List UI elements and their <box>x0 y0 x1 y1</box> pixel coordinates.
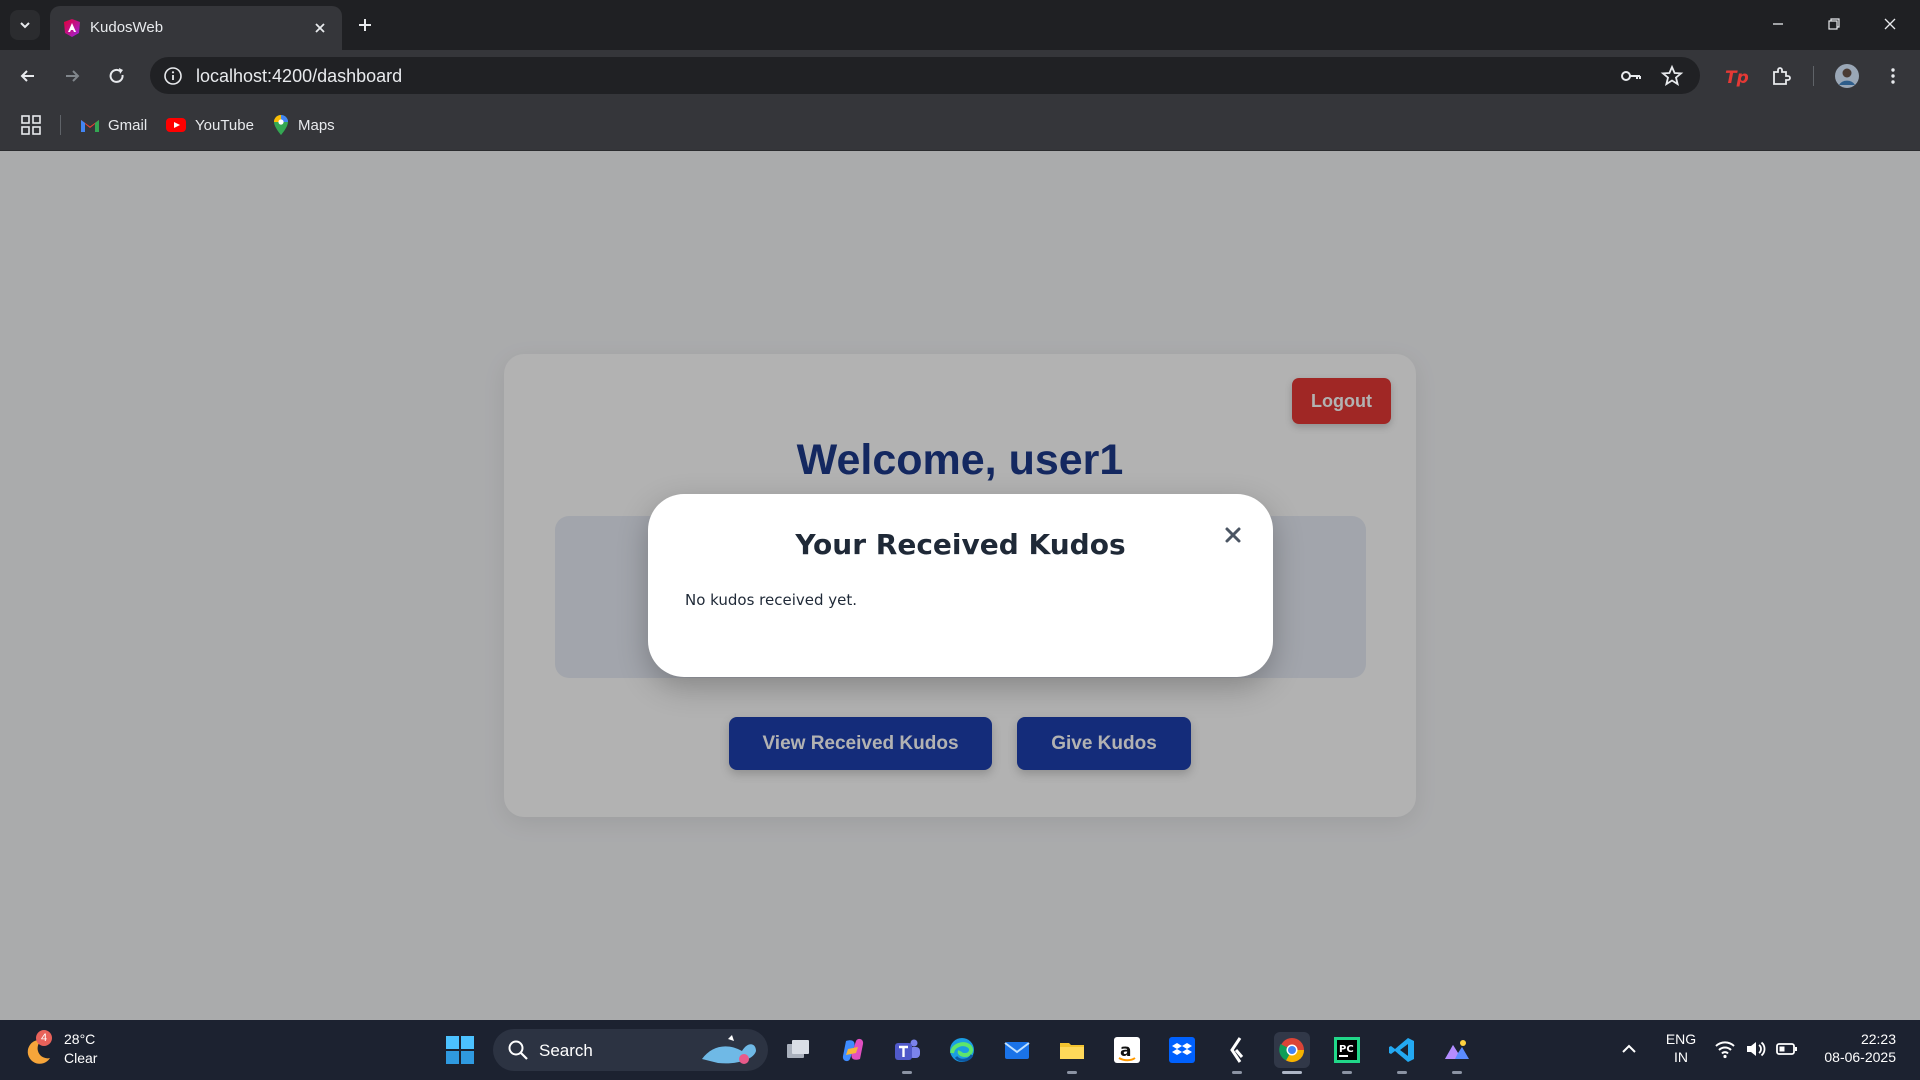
page-viewport: Logout Welcome, user1 View Received Kudo… <box>0 151 1920 1020</box>
bookmark-star-icon[interactable] <box>1660 64 1684 88</box>
copilot-icon[interactable] <box>835 1032 871 1068</box>
show-hidden-icons[interactable] <box>1620 1040 1638 1061</box>
close-icon <box>315 23 325 33</box>
clock-time: 22:23 <box>1860 1031 1896 1047</box>
start-button[interactable] <box>444 1034 476 1066</box>
password-key-icon[interactable] <box>1619 64 1643 88</box>
extensions-puzzle-icon[interactable] <box>1768 63 1794 89</box>
language-indicator[interactable]: ENG IN <box>1664 1031 1698 1065</box>
extension-tp-icon[interactable]: Tp <box>1722 63 1748 89</box>
mail-icon[interactable] <box>999 1032 1035 1068</box>
bookmark-youtube[interactable]: YouTube <box>165 113 254 137</box>
search-icon <box>508 1040 528 1060</box>
windows-taskbar: 4 28°C Clear Search a PC ENG IN 22:23 08… <box>0 1020 1920 1080</box>
file-explorer-icon[interactable] <box>1054 1032 1090 1074</box>
bookmark-gmail[interactable]: Gmail <box>80 113 147 137</box>
clock[interactable]: 22:23 08-06-2025 <box>1812 1031 1896 1065</box>
minimize-button[interactable] <box>1758 8 1798 40</box>
running-indicator <box>1282 1071 1302 1074</box>
empty-state-text: No kudos received yet. <box>685 591 858 609</box>
svg-text:PC: PC <box>1339 1044 1354 1055</box>
battery-icon[interactable] <box>1775 1038 1799 1063</box>
region-code: IN <box>1674 1049 1688 1065</box>
search-highlight-icon <box>702 1035 756 1064</box>
tab-search-button[interactable] <box>10 10 40 40</box>
close-icon <box>1884 18 1896 30</box>
search-placeholder: Search <box>539 1041 593 1060</box>
dropbox-icon[interactable] <box>1164 1032 1200 1068</box>
bookmarks-divider <box>60 115 61 135</box>
restore-button[interactable] <box>1814 8 1854 40</box>
maps-icon <box>274 115 288 135</box>
profile-avatar[interactable] <box>1834 63 1860 89</box>
reload-button[interactable] <box>101 60 133 92</box>
chevron-up-icon <box>1622 1044 1636 1053</box>
received-kudos-modal: Your Received Kudos No kudos received ye… <box>648 494 1273 677</box>
back-button[interactable] <box>12 60 44 92</box>
weather-temperature: 28°C <box>64 1031 96 1047</box>
running-indicator <box>902 1071 912 1074</box>
vscode-icon[interactable] <box>1384 1032 1420 1074</box>
windows-logo-icon <box>446 1036 474 1064</box>
plus-icon <box>359 19 371 31</box>
weather-description: Clear <box>64 1050 98 1066</box>
browser-tab-strip: KudosWeb <box>0 0 1920 50</box>
weather-widget[interactable]: 4 28°C Clear <box>22 1028 142 1072</box>
address-bar[interactable]: localhost:4200/dashboard <box>150 57 1700 94</box>
close-icon <box>1225 527 1241 543</box>
close-window-button[interactable] <box>1870 8 1910 40</box>
url-text[interactable]: localhost:4200/dashboard <box>196 66 402 87</box>
taskbar-search[interactable]: Search <box>493 1029 768 1071</box>
bookmark-label: YouTube <box>195 116 254 134</box>
modal-title: Your Received Kudos <box>795 528 1126 561</box>
wifi-icon[interactable] <box>1714 1038 1736 1063</box>
chevron-down-icon <box>20 22 30 29</box>
app-dev-icon[interactable] <box>1219 1032 1255 1074</box>
bookmark-label: Gmail <box>108 116 148 134</box>
task-view-icon[interactable] <box>780 1032 816 1068</box>
clock-date: 08-06-2025 <box>1824 1049 1896 1065</box>
bookmarks-bar: Gmail YouTube Maps <box>0 100 1920 151</box>
teams-icon[interactable] <box>889 1032 925 1074</box>
pycharm-icon[interactable]: PC <box>1329 1032 1365 1074</box>
running-indicator <box>1067 1071 1077 1074</box>
tab-close-button[interactable] <box>310 18 330 38</box>
forward-button[interactable] <box>56 60 88 92</box>
arrow-right-icon <box>66 70 80 82</box>
svg-text:Tp: Tp <box>1725 68 1748 88</box>
site-info-icon[interactable] <box>162 65 184 87</box>
running-indicator <box>1397 1071 1407 1074</box>
edge-icon[interactable] <box>944 1032 980 1068</box>
running-indicator <box>1232 1071 1242 1074</box>
new-tab-button[interactable] <box>350 10 380 40</box>
running-indicator <box>1342 1071 1352 1074</box>
toolbar-divider <box>1813 66 1814 86</box>
arrow-left-icon <box>20 70 34 82</box>
reload-icon <box>109 68 124 83</box>
running-indicator <box>1452 1071 1462 1074</box>
tab-title: KudosWeb <box>90 19 164 36</box>
bookmark-label: Maps <box>298 116 335 134</box>
minimize-icon <box>1773 23 1783 25</box>
gmail-icon <box>81 120 99 132</box>
browser-tab[interactable]: KudosWeb <box>50 6 342 50</box>
language-code: ENG <box>1665 1031 1697 1047</box>
youtube-icon <box>166 118 186 132</box>
weather-badge: 4 <box>36 1030 52 1046</box>
apps-grid-icon[interactable] <box>20 113 42 137</box>
modal-close-button[interactable] <box>1220 522 1246 548</box>
svg-text:a: a <box>1120 1041 1131 1061</box>
amazon-icon[interactable]: a <box>1109 1032 1145 1068</box>
chrome-icon[interactable] <box>1274 1032 1310 1074</box>
restore-icon <box>1828 18 1840 30</box>
volume-icon[interactable] <box>1744 1038 1766 1063</box>
browser-toolbar: localhost:4200/dashboard Tp <box>0 50 1920 100</box>
browser-menu-icon[interactable] <box>1880 63 1906 89</box>
bookmark-maps[interactable]: Maps <box>272 113 335 137</box>
photos-icon[interactable] <box>1439 1032 1475 1074</box>
angular-icon <box>64 19 80 37</box>
